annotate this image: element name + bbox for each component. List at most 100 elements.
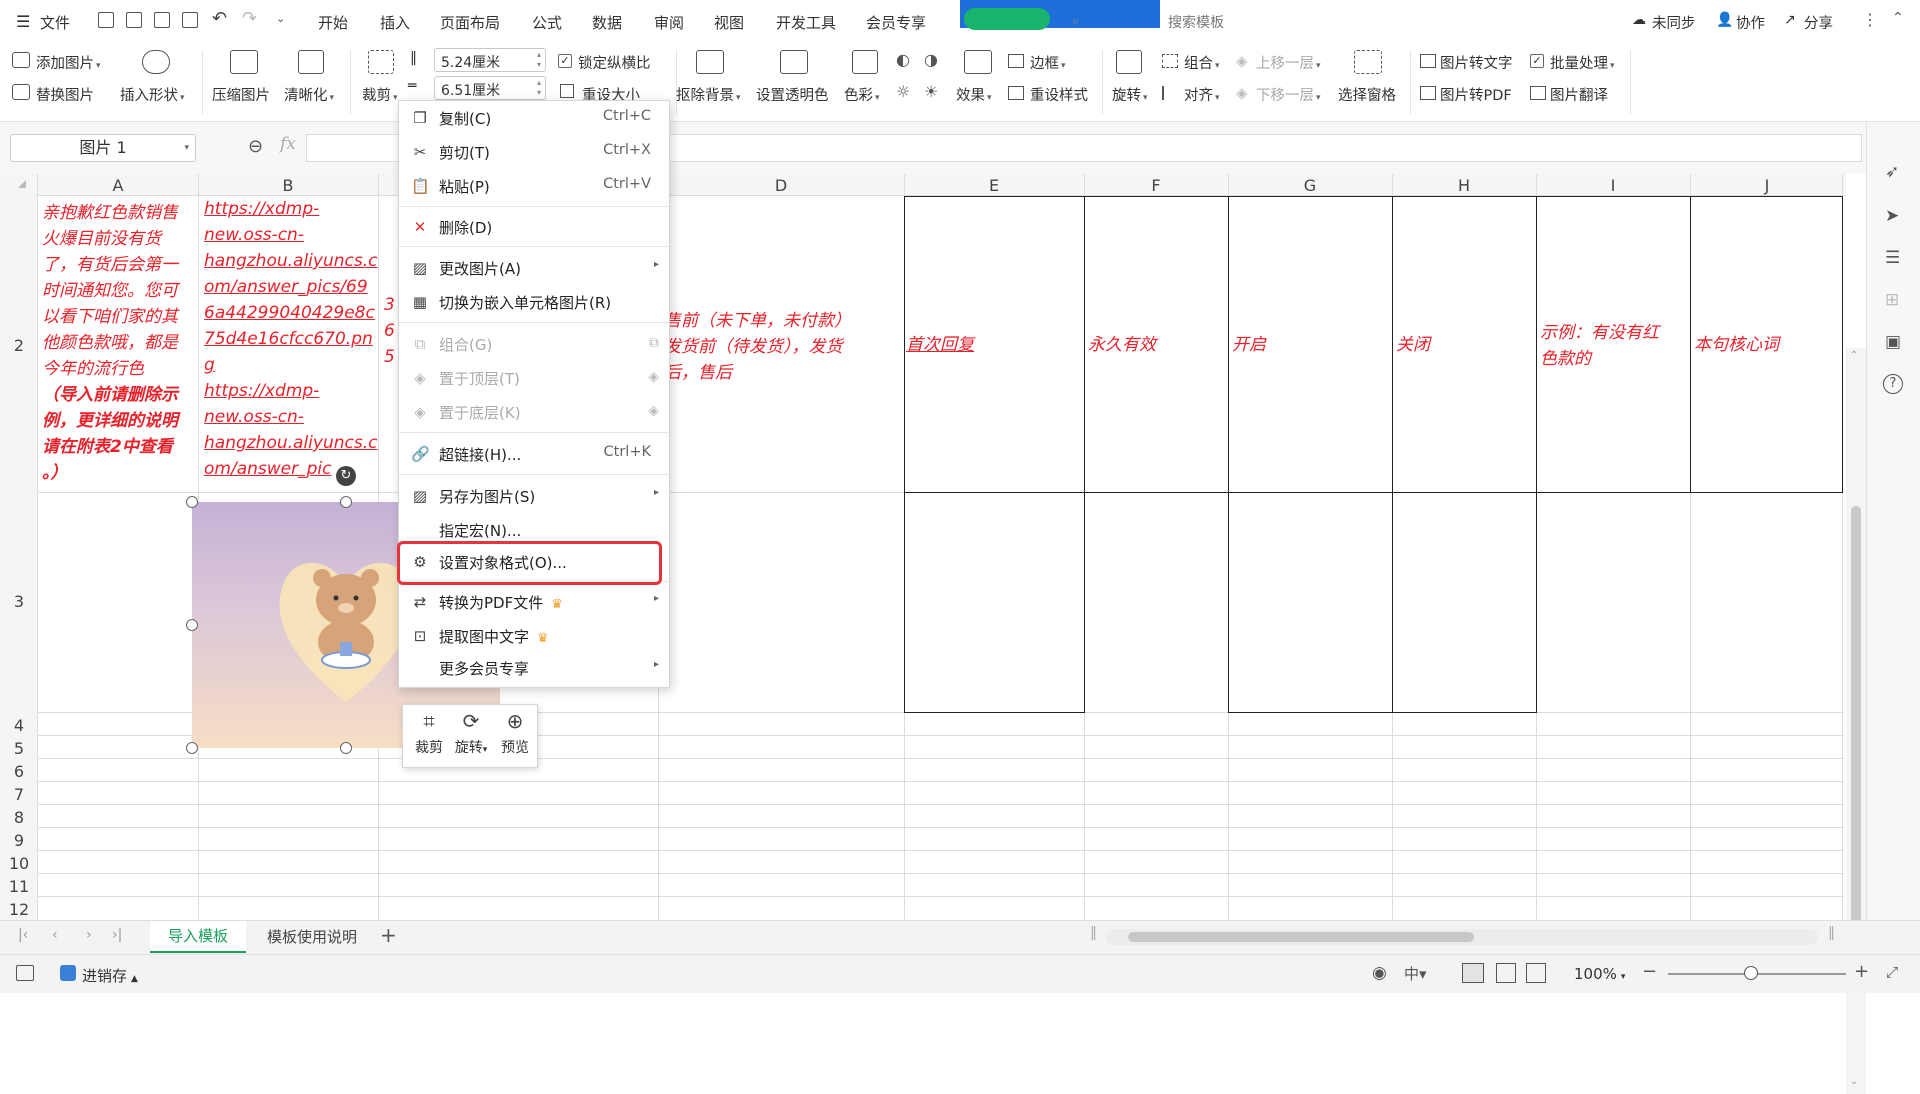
- reset-style-button[interactable]: 重设样式: [1030, 84, 1088, 105]
- select-all-icon[interactable]: [18, 180, 26, 188]
- hscroll-thumb[interactable]: [1128, 932, 1474, 942]
- bring-forward-button[interactable]: 上移一层 ▾: [1256, 52, 1321, 73]
- next-sheet-icon[interactable]: ›: [86, 927, 92, 943]
- row-header-9[interactable]: 9: [0, 831, 38, 850]
- pic-translate-button[interactable]: 图片翻译: [1550, 84, 1608, 105]
- batch-button[interactable]: 批量处理 ▾: [1550, 52, 1615, 73]
- col-header-i[interactable]: I: [1536, 176, 1690, 196]
- tab-home[interactable]: 开始: [318, 12, 348, 33]
- rotate-button[interactable]: 旋转 ▾: [1112, 84, 1148, 105]
- resize-handle-bl[interactable]: [186, 742, 198, 754]
- resize-handle-bm[interactable]: [340, 742, 352, 754]
- tab-picture-tools[interactable]: [960, 0, 1160, 30]
- first-sheet-icon[interactable]: |‹: [18, 927, 28, 943]
- collab-button[interactable]: 协作: [1736, 12, 1765, 33]
- sheet-tab-instructions[interactable]: 模板使用说明: [252, 921, 372, 953]
- contrast-down-icon[interactable]: ☀: [924, 82, 938, 101]
- file-menu[interactable]: 文件: [40, 12, 70, 33]
- row-header-8[interactable]: 8: [0, 808, 38, 827]
- last-sheet-icon[interactable]: ›|: [112, 927, 122, 943]
- tab-formula[interactable]: 公式: [532, 12, 562, 33]
- layout-icon[interactable]: ⊞: [1885, 290, 1899, 310]
- screen-icon[interactable]: [16, 965, 34, 981]
- tab-member[interactable]: 会员专享: [866, 12, 926, 33]
- save-icon[interactable]: [98, 12, 114, 28]
- menu-hyperlink[interactable]: 🔗 超链接(H)... Ctrl+K: [399, 439, 669, 469]
- cell-j2[interactable]: 本句核心词: [1694, 332, 1779, 358]
- share-button[interactable]: 分享: [1804, 12, 1833, 33]
- image-settings-icon[interactable]: ▣: [1885, 332, 1901, 352]
- contrast-up-icon[interactable]: ◑: [924, 50, 938, 69]
- zoom-formula-icon[interactable]: ⊖: [248, 136, 263, 157]
- color-button[interactable]: 色彩 ▾: [844, 84, 880, 105]
- row-header-6[interactable]: 6: [0, 762, 38, 781]
- col-header-b[interactable]: B: [198, 176, 378, 196]
- group-button[interactable]: 组合 ▾: [1184, 52, 1220, 73]
- hscroll-split-icon[interactable]: ‖: [1090, 925, 1097, 941]
- search-input[interactable]: 搜索模板: [1168, 12, 1224, 32]
- menu-bring-front[interactable]: ◈ 置于顶层(T) ◈: [399, 363, 669, 393]
- menu-cut[interactable]: ✂ 剪切(T) Ctrl+X: [399, 137, 669, 167]
- menu-change-picture[interactable]: ▨ 更改图片(A) ▸: [399, 253, 669, 283]
- sharpen-button[interactable]: 清晰化 ▾: [284, 84, 334, 105]
- cell-i2[interactable]: 示例：有没有红 色款的: [1540, 320, 1690, 372]
- scroll-up-icon[interactable]: ⌃: [1850, 350, 1858, 361]
- row-header-7[interactable]: 7: [0, 785, 38, 804]
- cell-h2[interactable]: 关闭: [1396, 332, 1430, 358]
- menu-embed-cell[interactable]: ▦ 切换为嵌入单元格图片(R): [399, 287, 669, 317]
- scroll-thumb[interactable]: [1851, 506, 1861, 980]
- resize-handle-tl[interactable]: [186, 496, 198, 508]
- tab-developer[interactable]: 开发工具: [776, 12, 836, 33]
- sheet-tab-import[interactable]: 导入模板: [150, 921, 246, 953]
- border-button[interactable]: 边框 ▾: [1030, 52, 1066, 73]
- collapse-ribbon-icon[interactable]: ⌃: [1892, 10, 1904, 26]
- zoom-out-icon[interactable]: −: [1642, 961, 1657, 982]
- width-input[interactable]: 6.51厘米 ▴ ▾: [434, 76, 546, 100]
- row-header-12[interactable]: 12: [0, 900, 38, 919]
- height-input[interactable]: 5.24厘米 ▴ ▾: [434, 48, 546, 72]
- page-break-view-icon[interactable]: [1526, 963, 1546, 983]
- page-layout-view-icon[interactable]: [1496, 963, 1516, 983]
- col-header-e[interactable]: E: [904, 176, 1084, 196]
- align-button[interactable]: 对齐 ▾: [1184, 84, 1220, 105]
- menu-extract-text[interactable]: ⊡ 提取图中文字 ♛: [399, 621, 669, 651]
- cursor-icon[interactable]: ➤: [1885, 206, 1899, 226]
- zoom-level[interactable]: 100% ▾: [1574, 965, 1625, 983]
- cell-b2[interactable]: https://xdmp- new.oss-cn- hangzhou.aliyu…: [204, 196, 378, 488]
- col-header-d[interactable]: D: [658, 176, 904, 196]
- normal-view-icon[interactable]: [1462, 963, 1484, 983]
- menu-group[interactable]: ⧉ 组合(G) ⧉: [399, 329, 669, 359]
- spreadsheet-grid[interactable]: A B D E F G H I J 2 3 4 5 6 7 8 9 10 11 …: [0, 174, 1866, 1094]
- row-header-10[interactable]: 10: [0, 854, 38, 873]
- help-icon[interactable]: ?: [1883, 374, 1903, 394]
- tab-data[interactable]: 数据: [592, 12, 622, 33]
- menu-send-back[interactable]: ◈ 置于底层(K) ◈: [399, 397, 669, 427]
- remove-bg-button[interactable]: 抠除背景 ▾: [676, 84, 741, 105]
- horizontal-scrollbar[interactable]: [1106, 929, 1818, 945]
- export-icon[interactable]: [126, 12, 142, 28]
- mini-preview-button[interactable]: ⊕ 预览: [497, 709, 533, 757]
- selection-pane-button[interactable]: 选择窗格: [1338, 84, 1396, 105]
- row-header-3[interactable]: 3: [0, 592, 38, 611]
- name-box[interactable]: 图片 1 ▾: [10, 134, 196, 162]
- print-icon[interactable]: [154, 12, 170, 28]
- input-method-icon[interactable]: 中▾: [1404, 963, 1427, 984]
- settings-sliders-icon[interactable]: ☰: [1885, 248, 1900, 268]
- row-header-4[interactable]: 4: [0, 716, 38, 735]
- row-header-11[interactable]: 11: [0, 877, 38, 896]
- cell-a2[interactable]: 亲抱歉红色款销售 火爆目前没有货 了，有货后会第一 时间通知您。您可 以看下咱们…: [42, 200, 198, 486]
- col-header-f[interactable]: F: [1084, 176, 1228, 196]
- resize-handle-ml[interactable]: [186, 619, 198, 631]
- zoom-slider-thumb[interactable]: [1744, 966, 1758, 980]
- inventory-button[interactable]: 进销存 ▲: [82, 965, 138, 986]
- col-header-h[interactable]: H: [1392, 176, 1536, 196]
- menu-copy[interactable]: ❐ 复制(C) Ctrl+C: [399, 103, 669, 133]
- redo-icon[interactable]: ↷: [242, 8, 257, 29]
- crop-button[interactable]: 裁剪 ▾: [362, 84, 398, 105]
- resize-handle-tm[interactable]: [340, 496, 352, 508]
- insert-shape-button[interactable]: 插入形状 ▾: [120, 84, 185, 105]
- menu-more-member[interactable]: 更多会员专享 ▸: [399, 653, 669, 683]
- unsynced-button[interactable]: 未同步: [1652, 12, 1696, 33]
- row-header-5[interactable]: 5: [0, 739, 38, 758]
- col-header-a[interactable]: A: [38, 176, 198, 196]
